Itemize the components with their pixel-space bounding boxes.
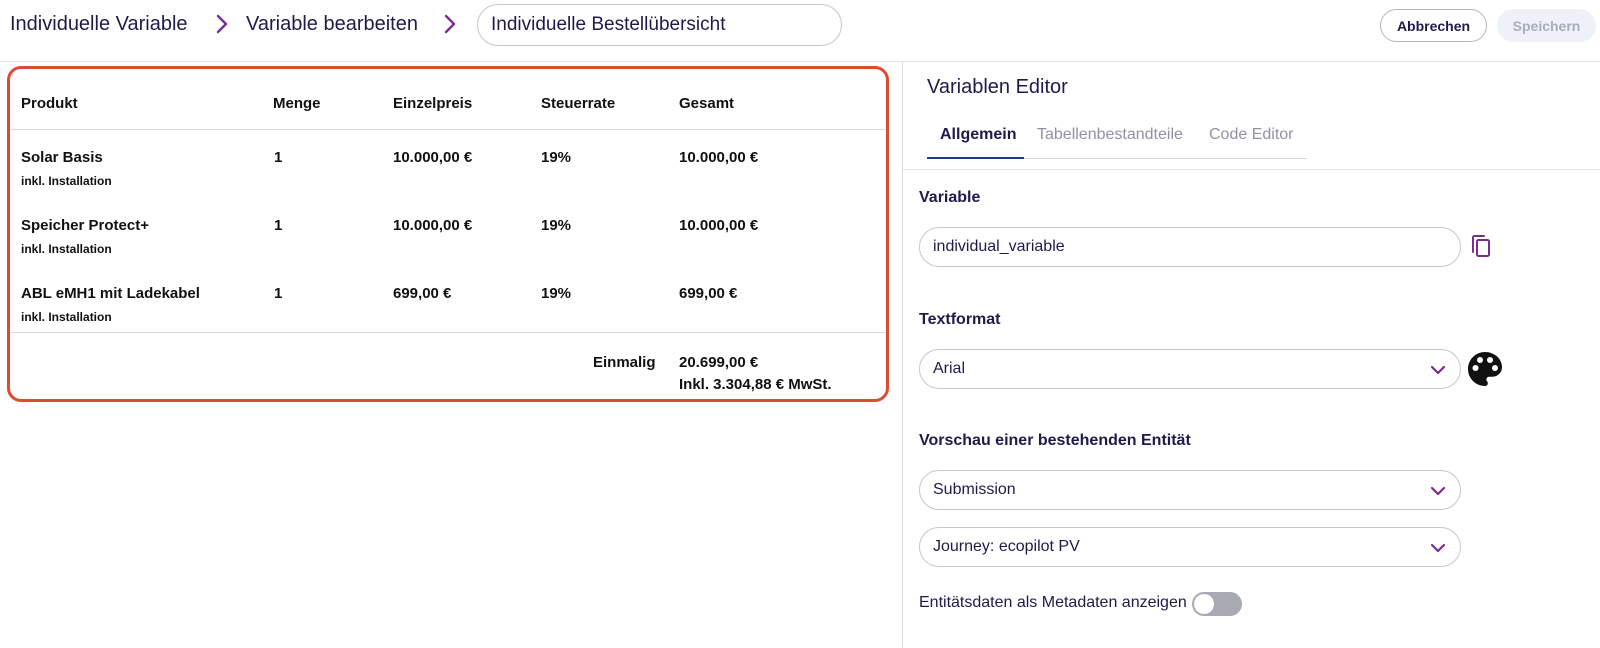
entity-type-select[interactable]: Submission — [919, 470, 1461, 510]
tax-rate: 19% — [541, 285, 572, 302]
chevron-right-icon — [441, 13, 459, 35]
order-summary-preview: Produkt Menge Einzelpreis Steuerrate Ges… — [7, 66, 889, 402]
copy-icon[interactable] — [1469, 233, 1493, 264]
journey-value: Journey: ecopilot PV — [933, 538, 1080, 555]
unit-price: 10.000,00 € — [393, 149, 473, 166]
font-select-value: Arial — [933, 360, 966, 377]
header-divider — [10, 129, 886, 130]
breadcrumb-individual-variable[interactable]: Individuelle Variable — [10, 11, 188, 37]
top-bar: Individuelle Variable Variable bearbeite… — [0, 0, 1600, 62]
column-header-product: Produkt — [21, 95, 78, 112]
tax-note: Inkl. 3.304,88 € MwSt. — [679, 376, 832, 393]
product-name: ABL eMH1 mit Ladekabel — [21, 285, 200, 302]
entity-type-value: Submission — [933, 481, 1016, 498]
tax-rate: 19% — [541, 217, 572, 234]
column-header-unit-price: Einzelpreis — [393, 95, 473, 112]
chevron-down-icon — [1430, 484, 1446, 496]
active-tab-indicator — [927, 157, 1024, 159]
variable-name-input[interactable] — [477, 4, 842, 46]
save-button[interactable]: Speichern — [1497, 9, 1596, 42]
metadata-toggle[interactable] — [1192, 592, 1242, 616]
tax-rate: 19% — [541, 149, 572, 166]
row-total: 699,00 € — [679, 285, 738, 302]
product-note: inkl. Installation — [21, 242, 112, 256]
journey-select[interactable]: Journey: ecopilot PV — [919, 527, 1461, 567]
grand-total: 20.699,00 € — [679, 354, 759, 371]
cancel-button[interactable]: Abbrechen — [1380, 9, 1487, 42]
product-name: Solar Basis — [21, 149, 103, 166]
chevron-down-icon — [1430, 363, 1446, 375]
quantity: 1 — [274, 149, 283, 166]
quantity: 1 — [274, 285, 283, 302]
variable-key-input[interactable] — [919, 227, 1461, 267]
product-name: Speicher Protect+ — [21, 217, 149, 234]
textformat-label: Textformat — [919, 311, 1001, 328]
editor-title: Variablen Editor — [927, 76, 1068, 98]
variable-label: Variable — [919, 189, 981, 206]
metadata-toggle-label: Entitätsdaten als Metadaten anzeigen — [919, 594, 1187, 611]
preview-entity-label: Vorschau einer bestehenden Entität — [919, 432, 1191, 449]
tab-code-editor[interactable]: Code Editor — [1209, 126, 1294, 144]
column-header-tax-rate: Steuerrate — [541, 95, 616, 112]
breadcrumb-edit-variable[interactable]: Variable bearbeiten — [246, 11, 418, 37]
column-header-total: Gesamt — [679, 95, 735, 112]
quantity: 1 — [274, 217, 283, 234]
row-total: 10.000,00 € — [679, 217, 759, 234]
summary-label: Einmalig — [593, 354, 656, 371]
editor-header-divider — [903, 169, 1600, 170]
unit-price: 10.000,00 € — [393, 217, 473, 234]
product-note: inkl. Installation — [21, 174, 112, 188]
panel-divider — [902, 62, 903, 648]
product-note: inkl. Installation — [21, 310, 112, 324]
unit-price: 699,00 € — [393, 285, 452, 302]
tab-table-components[interactable]: Tabellenbestandteile — [1037, 126, 1183, 144]
chevron-down-icon — [1430, 541, 1446, 553]
font-select[interactable]: Arial — [919, 349, 1461, 389]
summary-divider — [10, 332, 886, 333]
palette-icon[interactable] — [1466, 350, 1504, 393]
toggle-knob — [1194, 594, 1214, 614]
chevron-right-icon — [213, 13, 231, 35]
row-total: 10.000,00 € — [679, 149, 759, 166]
tab-general[interactable]: Allgemein — [940, 126, 1016, 144]
column-header-quantity: Menge — [273, 95, 321, 112]
